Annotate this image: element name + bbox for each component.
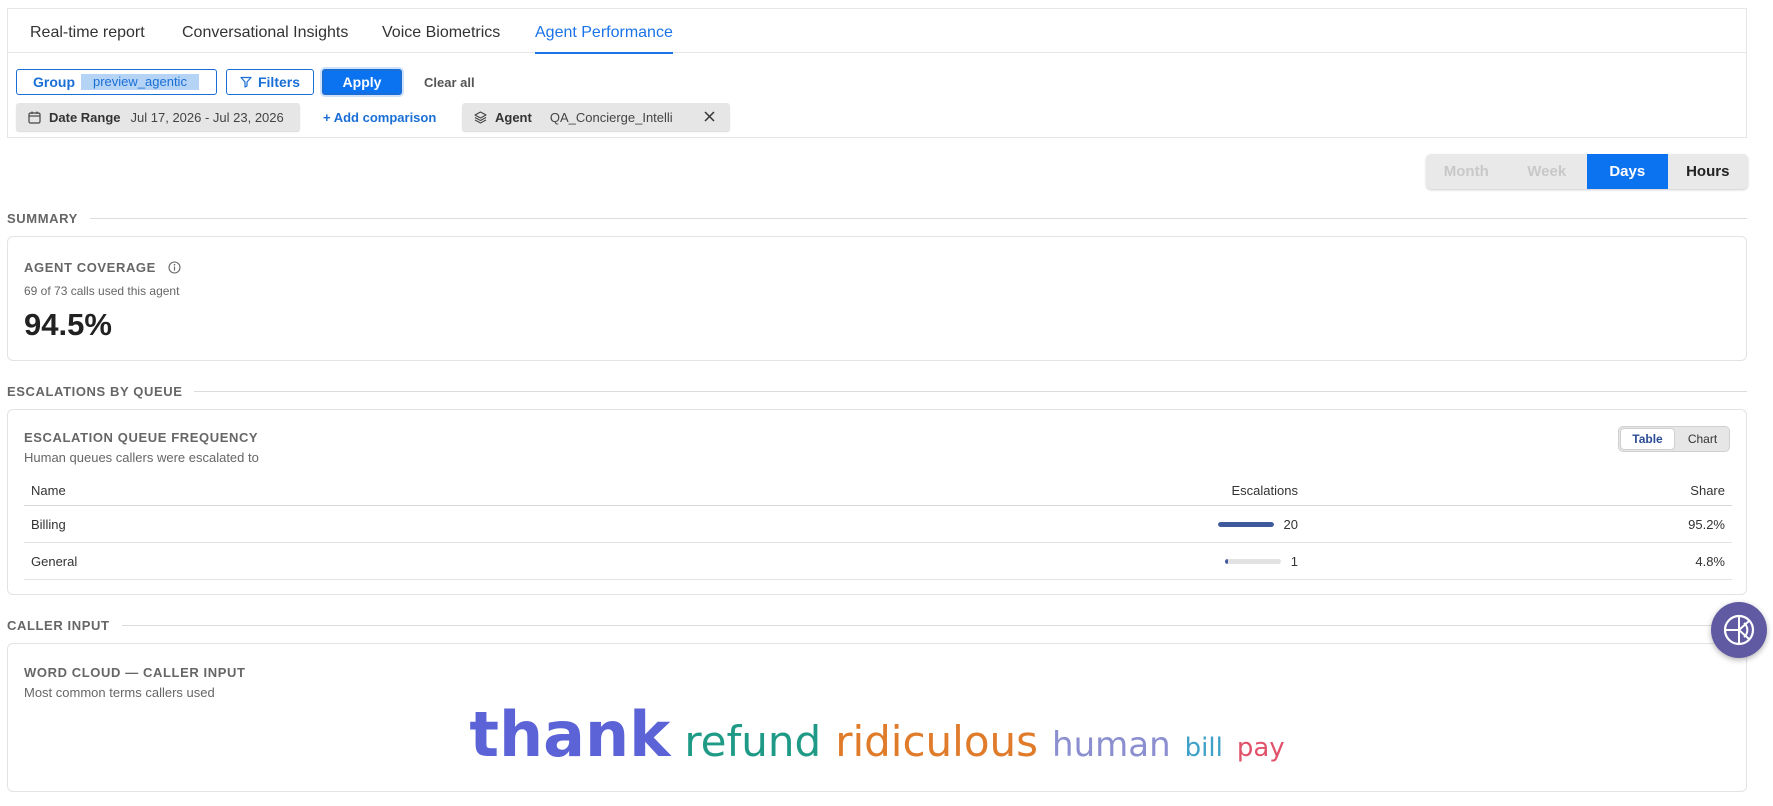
- escalations-cell: 1: [1224, 543, 1298, 579]
- filters-button[interactable]: Filters: [226, 69, 314, 95]
- summary-section-title: SUMMARY: [7, 210, 78, 226]
- agent-coverage-card: AGENT COVERAGE 69 of 73 calls used this …: [7, 236, 1747, 361]
- agent-label: Agent: [495, 109, 532, 125]
- filter-icon: [240, 76, 252, 88]
- tab-conversational-insights[interactable]: Conversational Insights: [182, 9, 348, 53]
- tab-bar: Real-time report Conversational Insights…: [8, 9, 1746, 54]
- escalation-bar: [1217, 521, 1274, 527]
- agent-coverage-title: AGENT COVERAGE: [24, 260, 156, 275]
- queue-name: General: [31, 553, 78, 569]
- word-cloud-term: refund: [684, 717, 822, 766]
- summary-section-header: SUMMARY: [7, 210, 1747, 226]
- view-toggle: Table Chart: [1618, 426, 1730, 452]
- section-divider: [89, 217, 1747, 219]
- word-cloud-term: bill: [1184, 733, 1223, 763]
- agent-coverage-subtitle: 69 of 73 calls used this agent: [24, 284, 180, 298]
- view-table-button[interactable]: Table: [1620, 428, 1675, 450]
- agent-coverage-value: 94.5%: [24, 307, 112, 342]
- escalation-bar-fill: [1217, 521, 1274, 527]
- filters-label: Filters: [257, 74, 300, 90]
- word-cloud-title: WORD CLOUD — CALLER INPUT: [24, 665, 246, 680]
- apply-button[interactable]: Apply: [322, 69, 402, 95]
- section-divider: [194, 390, 1747, 392]
- granularity-hours[interactable]: Hours: [1668, 154, 1749, 189]
- caller-input-section-header: CALLER INPUT: [7, 617, 1747, 633]
- share-value: 95.2%: [1688, 516, 1725, 532]
- column-header-share[interactable]: Share: [1690, 476, 1725, 505]
- tab-voice-biometrics[interactable]: Voice Biometrics: [382, 9, 500, 53]
- report-header-panel: Real-time report Conversational Insights…: [7, 8, 1747, 138]
- agent-filter-chip[interactable]: Agent QA_Concierge_Intelli: [462, 103, 730, 131]
- word-cloud: thank refund ridiculous human bill pay: [8, 704, 1746, 776]
- date-range-value: Jul 17, 2026 - Jul 23, 2026: [130, 109, 284, 125]
- layers-icon: [474, 110, 487, 124]
- granularity-week[interactable]: Week: [1507, 154, 1588, 189]
- escalations-cell: 20: [1217, 506, 1298, 542]
- clear-all-button[interactable]: Clear all: [424, 69, 475, 95]
- caller-input-section-title: CALLER INPUT: [7, 617, 110, 633]
- group-selector[interactable]: Group preview_agentic: [16, 69, 217, 95]
- column-header-name[interactable]: Name: [31, 476, 66, 505]
- view-chart-button[interactable]: Chart: [1676, 427, 1729, 451]
- agent-value: QA_Concierge_Intelli: [549, 109, 673, 125]
- escalation-queue-card: ESCALATION QUEUE FREQUENCY Human queues …: [7, 409, 1747, 595]
- info-icon[interactable]: [168, 261, 181, 274]
- word-cloud-subtitle: Most common terms callers used: [24, 685, 215, 700]
- accessibility-button[interactable]: [1711, 602, 1767, 658]
- group-value: preview_agentic: [81, 74, 199, 90]
- escalations-section-title: ESCALATIONS BY QUEUE: [7, 383, 183, 399]
- escalation-bar-fill: [1224, 558, 1228, 564]
- escalation-count: 1: [1290, 553, 1298, 569]
- escalation-count: 20: [1283, 516, 1298, 532]
- close-icon[interactable]: [703, 110, 716, 123]
- column-header-escalations[interactable]: Escalations: [1232, 476, 1298, 505]
- date-range-chip[interactable]: Date Range Jul 17, 2026 - Jul 23, 2026: [16, 103, 300, 131]
- tab-agent-performance[interactable]: Agent Performance: [535, 9, 673, 54]
- granularity-toggle: Month Week Days Hours: [1426, 154, 1748, 189]
- section-divider: [121, 624, 1747, 626]
- escalation-bar: [1224, 558, 1281, 564]
- table-row: Billing 20 95.2%: [24, 506, 1732, 543]
- escalation-table: Name Escalations Share Billing 20 95.2% …: [24, 476, 1732, 580]
- calendar-icon: [28, 111, 41, 124]
- word-cloud-term: human: [1052, 725, 1171, 765]
- granularity-month[interactable]: Month: [1426, 154, 1507, 189]
- word-cloud-term: thank: [469, 698, 671, 771]
- add-comparison-button[interactable]: + Add comparison: [323, 103, 436, 131]
- escalation-queue-subtitle: Human queues callers were escalated to: [24, 450, 259, 465]
- date-range-label: Date Range: [49, 109, 121, 125]
- share-value: 4.8%: [1695, 553, 1725, 569]
- queue-name: Billing: [31, 516, 66, 532]
- table-row: General 1 4.8%: [24, 543, 1732, 580]
- granularity-days[interactable]: Days: [1587, 154, 1668, 189]
- accessibility-icon: [1723, 614, 1755, 646]
- escalations-section-header: ESCALATIONS BY QUEUE: [7, 383, 1747, 399]
- tab-real-time-report[interactable]: Real-time report: [30, 9, 145, 53]
- word-cloud-term: pay: [1236, 733, 1285, 763]
- word-cloud-card: WORD CLOUD — CALLER INPUT Most common te…: [7, 643, 1747, 792]
- escalation-queue-title: ESCALATION QUEUE FREQUENCY: [24, 430, 259, 445]
- group-label: Group: [33, 74, 75, 90]
- word-cloud-term: ridiculous: [835, 717, 1039, 766]
- table-header-row: Name Escalations Share: [24, 476, 1732, 506]
